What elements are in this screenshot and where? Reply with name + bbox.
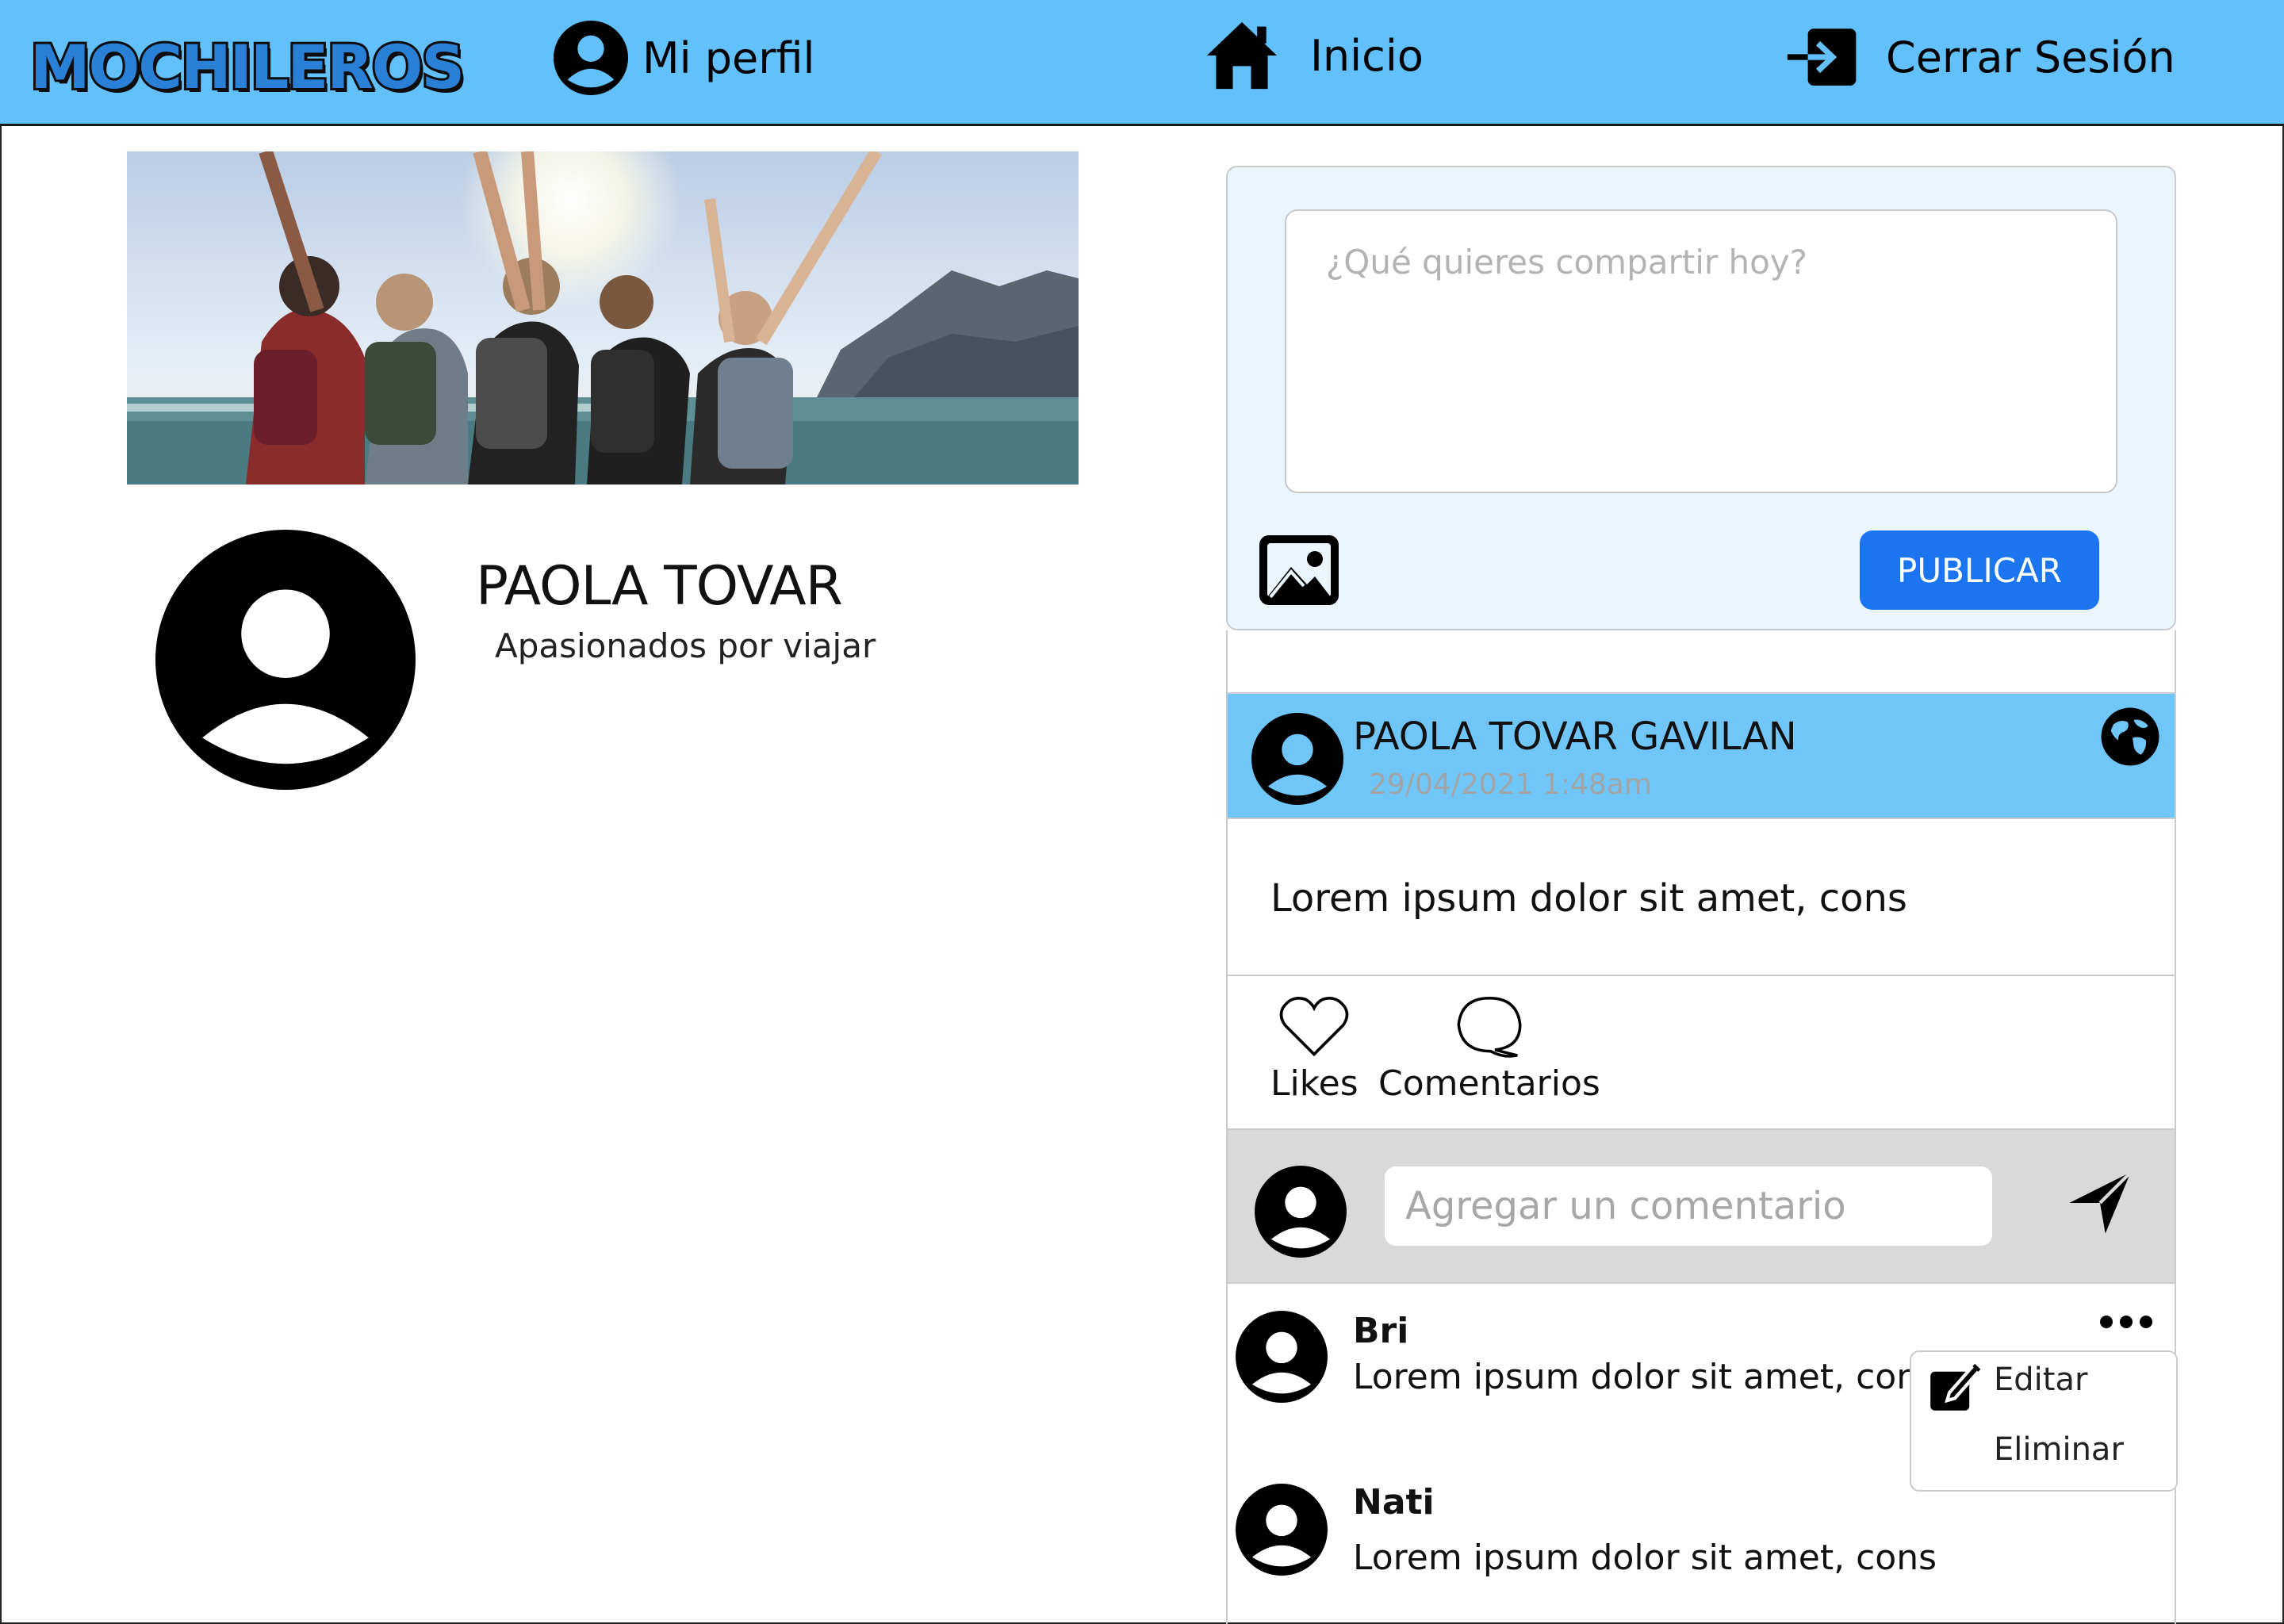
top-navbar: MOCHILEROS Mi perfil Inicio Cerrar Sesió…: [0, 0, 2284, 126]
comment-author[interactable]: Nati: [1353, 1482, 1435, 1522]
globe-icon[interactable]: [2100, 707, 2160, 770]
comment-avatar[interactable]: [1236, 1484, 1328, 1579]
post-text: Lorem ipsum dolor sit amet, cons: [1270, 876, 1907, 921]
profile-avatar[interactable]: [155, 530, 416, 793]
comment-author[interactable]: Bri: [1353, 1311, 1408, 1351]
comments-button[interactable]: Comentarios: [1378, 994, 1600, 1104]
add-image-button[interactable]: [1256, 532, 1342, 608]
delete-label: Eliminar: [1994, 1431, 2124, 1468]
user-icon: [1255, 1166, 1347, 1258]
likes-label: Likes: [1270, 1063, 1359, 1104]
like-button[interactable]: Likes: [1270, 994, 1359, 1104]
send-comment-button[interactable]: [2067, 1170, 2133, 1239]
nav-profile-link[interactable]: Mi perfil: [552, 19, 814, 97]
nav-home-label: Inicio: [1310, 30, 1424, 81]
user-icon: [155, 530, 416, 790]
edit-icon: [1927, 1358, 1983, 1417]
image-icon: [1259, 535, 1339, 605]
home-icon: [1206, 21, 1278, 90]
app-logo[interactable]: MOCHILEROS: [28, 29, 467, 105]
post-actions: Likes Comentarios: [1228, 976, 2175, 1128]
post-header: PAOLA TOVAR GAVILAN 29/04/2021 1:48am: [1228, 692, 2175, 819]
post-card: PAOLA TOVAR GAVILAN 29/04/2021 1:48am Lo…: [1226, 630, 2178, 1624]
composer-input[interactable]: [1285, 209, 2117, 493]
user-icon: [1236, 1311, 1328, 1403]
heart-icon: [1280, 996, 1349, 1057]
comment-text: Lorem ipsum dolor sit amet, cons: [1353, 1538, 1937, 1578]
delete-comment-button[interactable]: Eliminar: [1911, 1425, 2176, 1488]
user-icon: [1251, 713, 1343, 805]
publish-button[interactable]: PUBLICAR: [1860, 530, 2099, 610]
post-date: 29/04/2021 1:48am: [1369, 768, 1652, 801]
profile-bio: Apasionados por viajar: [495, 626, 876, 665]
comment-input[interactable]: [1385, 1166, 1992, 1246]
nav-logout-label: Cerrar Sesión: [1886, 32, 2175, 82]
comment-options-menu: Editar Eliminar: [1910, 1350, 2178, 1492]
more-options-button[interactable]: [2098, 1312, 2154, 1335]
post-body: Lorem ipsum dolor sit amet, cons: [1228, 819, 2175, 976]
send-icon: [2069, 1170, 2133, 1234]
post-author[interactable]: PAOLA TOVAR GAVILAN: [1353, 714, 1797, 759]
post-author-avatar[interactable]: [1251, 713, 1343, 808]
comment-item: Bri Lorem ipsum dolor sit amet, cons: [1228, 1311, 1941, 1438]
comments-label: Comentarios: [1378, 1063, 1600, 1104]
comment-text: Lorem ipsum dolor sit amet, cons: [1353, 1357, 1937, 1397]
comment-avatar[interactable]: [1236, 1311, 1328, 1406]
comment-item: Nati Lorem ipsum dolor sit amet, cons: [1228, 1482, 1941, 1609]
edit-comment-button[interactable]: Editar: [1911, 1355, 2176, 1419]
post-composer: PUBLICAR: [1226, 166, 2176, 630]
comment-composer: [1228, 1128, 2175, 1284]
comment-bubble-icon: [1457, 997, 1522, 1058]
edit-label: Editar: [1994, 1362, 2088, 1398]
nav-profile-label: Mi perfil: [642, 33, 815, 83]
nav-logout-link[interactable]: Cerrar Sesión: [1786, 27, 2175, 87]
logout-icon: [1787, 29, 1857, 86]
current-user-avatar: [1255, 1166, 1347, 1261]
user-icon: [553, 20, 629, 96]
nav-home-link[interactable]: Inicio: [1204, 19, 1424, 92]
user-icon: [1236, 1484, 1328, 1576]
profile-name: PAOLA TOVAR: [476, 555, 843, 618]
cover-photo: [127, 151, 1079, 485]
more-horizontal-icon: [2100, 1316, 2152, 1328]
